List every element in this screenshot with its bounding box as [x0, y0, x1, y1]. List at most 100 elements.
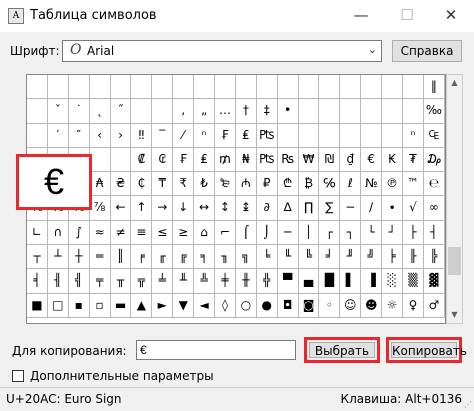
character-cell[interactable]: № [361, 172, 383, 197]
character-cell[interactable]: ∆ [277, 196, 299, 221]
character-cell[interactable]: ℮ [423, 172, 445, 197]
character-cell[interactable]: ₸ [152, 172, 174, 197]
character-cell[interactable] [47, 75, 69, 100]
character-cell[interactable]: ▪ [68, 293, 90, 318]
character-cell[interactable]: ₺ [194, 172, 216, 197]
character-cell[interactable]: ◙ [298, 293, 320, 318]
character-cell[interactable]: ∩ [47, 220, 69, 246]
character-cell[interactable]: ● [256, 293, 278, 318]
character-cell[interactable]: ╩ [194, 269, 216, 294]
character-cell[interactable]: ≡ [131, 220, 153, 246]
character-cell[interactable]: ₫ [340, 147, 362, 173]
character-cell[interactable] [194, 75, 216, 100]
character-cell[interactable]: ┴ [47, 245, 69, 270]
character-cell[interactable]: ₣ [215, 123, 236, 148]
character-cell[interactable] [27, 99, 48, 124]
character-cell[interactable]: ₾ [277, 172, 299, 197]
character-cell[interactable]: ⁿ [194, 123, 216, 148]
character-cell[interactable]: ╥ [110, 269, 132, 294]
character-cell[interactable]: ˝ [110, 99, 132, 124]
character-cell[interactable] [152, 75, 174, 100]
character-cell[interactable]: ₣ [173, 147, 195, 173]
character-cell[interactable]: │ [298, 220, 320, 246]
character-cell[interactable]: ╞ [382, 245, 404, 270]
character-cell[interactable]: ═ [89, 245, 111, 270]
character-cell[interactable]: ˛ [89, 99, 111, 124]
character-cell[interactable] [110, 75, 132, 100]
character-cell[interactable]: ∑ [319, 196, 341, 221]
character-cell[interactable]: □ [47, 293, 69, 318]
character-cell[interactable]: ╟ [403, 245, 424, 270]
character-cell[interactable]: ′ [47, 123, 69, 148]
character-cell[interactable]: … [215, 99, 236, 124]
character-cell[interactable]: ₨ [277, 147, 299, 173]
character-cell[interactable]: ₧ [256, 123, 278, 148]
maximize-icon[interactable]: ☐ [384, 0, 430, 32]
character-cell[interactable]: ╔ [173, 245, 195, 270]
character-cell[interactable]: ▼ [173, 293, 195, 318]
scroll-up-icon[interactable]: ▲ [447, 75, 462, 91]
character-cell[interactable]: ˇ [47, 99, 69, 124]
character-cell[interactable]: ₿ [298, 172, 320, 197]
character-cell[interactable]: ₭ [382, 147, 404, 173]
character-cell[interactable] [382, 75, 404, 100]
character-cell[interactable] [361, 99, 383, 124]
character-cell[interactable]: ∟ [27, 220, 48, 246]
character-cell[interactable]: ┤ [423, 220, 445, 246]
character-cell[interactable]: ₯ [423, 147, 445, 173]
character-cell[interactable] [256, 75, 278, 100]
character-cell[interactable]: ⁿ [403, 123, 424, 148]
character-cell[interactable]: └ [361, 220, 383, 246]
font-dropdown[interactable]: O Arial ⌄ [62, 40, 382, 62]
character-cell[interactable]: ◘ [277, 293, 299, 318]
character-cell[interactable]: ‡ [256, 99, 278, 124]
character-cell[interactable]: ₹ [173, 172, 195, 197]
character-cell[interactable] [361, 123, 383, 148]
advanced-view-checkbox[interactable] [12, 370, 24, 382]
character-cell[interactable] [277, 75, 299, 100]
character-cell[interactable]: ₩ [298, 147, 320, 173]
scroll-down-icon[interactable]: ▼ [447, 307, 462, 323]
character-cell[interactable] [298, 75, 320, 100]
character-cell[interactable] [152, 99, 174, 124]
character-cell[interactable] [68, 75, 90, 100]
character-cell[interactable] [89, 147, 111, 173]
character-cell[interactable]: ∫ [68, 220, 90, 246]
character-cell[interactable]: ─ [277, 220, 299, 246]
character-cell[interactable]: ╖ [215, 245, 236, 270]
character-cell[interactable]: ♂ [423, 293, 445, 318]
character-cell[interactable]: ╤ [89, 269, 111, 294]
character-cell[interactable]: ╪ [215, 269, 236, 294]
character-cell[interactable]: → [152, 196, 174, 221]
character-cell[interactable] [27, 75, 48, 100]
character-cell[interactable]: ╜ [340, 245, 362, 270]
character-cell[interactable]: ‰ [423, 99, 445, 124]
character-cell[interactable]: ″ [68, 123, 90, 148]
character-cell[interactable]: ∂ [256, 196, 278, 221]
character-cell[interactable]: † [235, 99, 257, 124]
character-cell[interactable] [340, 123, 362, 148]
character-cell[interactable] [361, 75, 383, 100]
character-cell[interactable]: ╝ [361, 245, 383, 270]
character-cell[interactable] [89, 75, 111, 100]
character-cell[interactable]: ↔ [194, 196, 216, 221]
character-cell[interactable]: ║ [110, 245, 132, 270]
character-cell[interactable]: ⌂ [194, 220, 216, 246]
character-cell[interactable]: ╢ [47, 269, 69, 294]
help-button[interactable]: Справка [392, 40, 462, 62]
character-cell[interactable]: ₤ [194, 147, 216, 173]
character-cell[interactable]: ┐ [340, 220, 362, 246]
character-cell[interactable]: ╚ [298, 245, 320, 270]
character-cell[interactable]: ↓ [173, 196, 195, 221]
character-cell[interactable]: ™ [403, 172, 424, 197]
character-cell[interactable] [340, 75, 362, 100]
character-cell[interactable]: ↕ [215, 196, 236, 221]
character-cell[interactable]: ╓ [152, 245, 174, 270]
character-cell[interactable] [403, 99, 424, 124]
character-cell[interactable]: ₡ [131, 147, 153, 173]
character-cell[interactable] [403, 75, 424, 100]
character-cell[interactable]: ₢ [152, 147, 174, 173]
character-cell[interactable]: ╣ [68, 269, 90, 294]
character-cell[interactable]: ≤ [152, 220, 174, 246]
character-cell[interactable] [298, 99, 320, 124]
